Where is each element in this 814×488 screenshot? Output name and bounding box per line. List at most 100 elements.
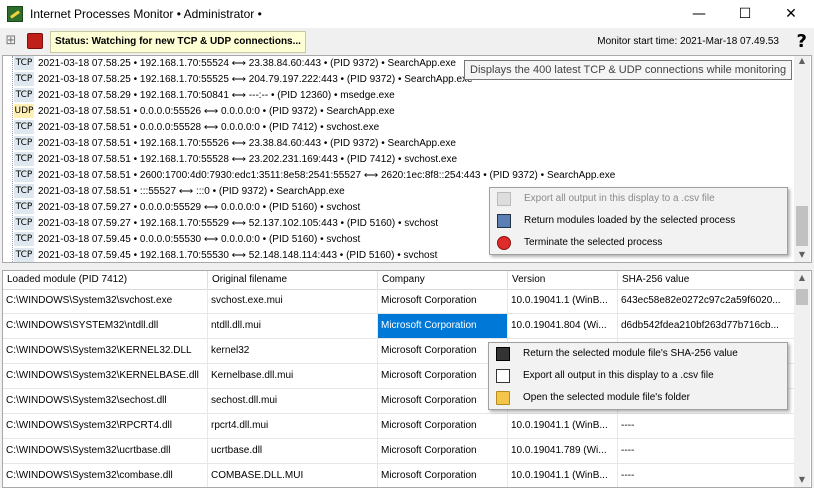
table-cell[interactable]: Kernelbase.dll.mui — [208, 364, 378, 388]
column-header[interactable]: Original filename — [208, 271, 378, 289]
table-cell[interactable]: d6db542fdea210bf263d77b716cb... — [618, 314, 796, 338]
menu-return-sha256[interactable]: Return the selected module file's SHA-25… — [489, 343, 787, 365]
maximize-button[interactable]: ☐ — [722, 0, 768, 28]
title-bar: Internet Processes Monitor • Administrat… — [0, 0, 814, 28]
table-row[interactable]: C:\WINDOWS\SYSTEM32\ntdll.dll ntdll.dll.m… — [3, 314, 796, 339]
connection-row[interactable]: UDP 2021-03-18 07.58.51 • 0.0.0.0:55526 ⟷… — [11, 104, 395, 120]
table-cell[interactable]: ---- — [618, 439, 796, 463]
menu-return-modules[interactable]: Return modules loaded by the selected pr… — [490, 210, 787, 232]
menu-label: Return the selected module file's SHA-25… — [523, 348, 738, 359]
tooltip: Displays the 400 latest TCP & UDP connec… — [464, 60, 793, 80]
connections-scrollbar[interactable]: ▲ ▼ — [794, 56, 810, 262]
connection-text: 2021-03-18 07.58.51 • 192.168.1.70:55526… — [38, 138, 456, 149]
modules-scrollbar[interactable]: ▲ ▼ — [794, 271, 810, 487]
protocol-badge: TCP — [14, 216, 34, 231]
connection-row[interactable]: TCP 2021-03-18 07.58.29 • 192.168.1.70:50… — [11, 88, 395, 104]
connection-text: 2021-03-18 07.58.51 • 0.0.0.0:55528 ⟷ 0.… — [38, 122, 380, 133]
table-cell[interactable]: 10.0.19041.1 (WinB... — [508, 464, 618, 487]
table-cell[interactable]: 643ec58e82e0272c97c2a59f6020... — [618, 289, 796, 313]
help-icon[interactable]: ? — [797, 31, 807, 52]
table-row[interactable]: C:\WINDOWS\System32\combase.dll COMBASE.D… — [3, 464, 796, 487]
column-header[interactable]: Loaded module (PID 7412) — [3, 271, 208, 289]
hash-icon — [496, 347, 510, 361]
protocol-badge: TCP — [14, 56, 34, 71]
table-cell[interactable]: 10.0.19041.789 (Wi... — [508, 439, 618, 463]
table-cell[interactable]: 10.0.19041.804 (Wi... — [508, 314, 618, 338]
connection-text: 2021-03-18 07.58.25 • 192.168.1.70:55524… — [38, 58, 456, 69]
connection-text: 2021-03-18 07.59.27 • 192.168.1.70:55529… — [38, 218, 439, 229]
connection-row[interactable]: TCP 2021-03-18 07.58.25 • 192.168.1.70:55… — [11, 56, 456, 72]
table-row[interactable]: C:\WINDOWS\System32\svchost.exe svchost.e… — [3, 289, 796, 314]
menu-open-folder[interactable]: Open the selected module file's folder — [489, 387, 787, 409]
connection-row[interactable]: TCP 2021-03-18 07.58.25 • 192.168.1.70:55… — [11, 72, 473, 88]
connection-row[interactable]: TCP 2021-03-18 07.58.51 • 2600:1700:4d0:7… — [11, 168, 615, 184]
table-cell[interactable]: COMBASE.DLL.MUI — [208, 464, 378, 487]
table-cell[interactable]: rpcrt4.dll.mui — [208, 414, 378, 438]
minimize-button[interactable]: — — [676, 0, 722, 28]
table-cell[interactable]: 10.0.19041.1 (WinB... — [508, 289, 618, 313]
table-cell[interactable]: kernel32 — [208, 339, 378, 363]
scroll-up-arrow-icon[interactable]: ▲ — [794, 273, 810, 282]
folder-icon — [496, 391, 510, 405]
scroll-down-arrow-icon[interactable]: ▼ — [794, 475, 810, 484]
close-button[interactable]: ✕ — [768, 0, 814, 28]
app-icon — [7, 6, 23, 22]
menu-label: Open the selected module file's folder — [523, 392, 691, 403]
table-cell[interactable]: C:\WINDOWS\System32\RPCRT4.dll — [3, 414, 208, 438]
connection-row[interactable]: TCP 2021-03-18 07.58.51 • 192.168.1.70:55… — [11, 136, 456, 152]
table-cell[interactable]: 10.0.19041.1 (WinB... — [508, 414, 618, 438]
table-cell[interactable]: Microsoft Corporation — [378, 289, 508, 313]
status-label: Status: Watching for new TCP & UDP conne… — [50, 31, 306, 53]
scroll-up-arrow-icon[interactable]: ▲ — [794, 56, 810, 65]
table-cell[interactable]: sechost.dll.mui — [208, 389, 378, 413]
scroll-thumb[interactable] — [796, 206, 808, 246]
table-cell[interactable]: C:\WINDOWS\System32\KERNELBASE.dll — [3, 364, 208, 388]
module-context-menu: Return the selected module file's SHA-25… — [488, 342, 788, 410]
table-cell[interactable]: C:\WINDOWS\System32\KERNEL32.DLL — [3, 339, 208, 363]
protocol-badge: TCP — [14, 184, 34, 199]
protocol-badge: TCP — [14, 232, 34, 247]
table-cell[interactable]: Microsoft Corporation — [378, 314, 508, 338]
column-header[interactable]: Version — [508, 271, 618, 289]
table-cell[interactable]: ntdll.dll.mui — [208, 314, 378, 338]
connection-text: 2021-03-18 07.59.45 • 192.168.1.70:55530… — [38, 250, 438, 261]
scroll-down-arrow-icon[interactable]: ▼ — [794, 250, 810, 259]
connection-row[interactable]: TCP 2021-03-18 07.58.51 • :::55527 ⟷ :::0… — [11, 184, 345, 200]
table-row[interactable]: C:\WINDOWS\System32\ucrtbase.dll ucrtbase… — [3, 439, 796, 464]
connection-row[interactable]: TCP 2021-03-18 07.59.27 • 192.168.1.70:55… — [11, 216, 438, 232]
table-cell[interactable]: C:\WINDOWS\System32\combase.dll — [3, 464, 208, 487]
scroll-thumb[interactable] — [796, 289, 808, 305]
connection-row[interactable]: TCP 2021-03-18 07.58.51 • 0.0.0.0:55528 ⟷… — [11, 120, 379, 136]
table-cell[interactable]: C:\WINDOWS\System32\svchost.exe — [3, 289, 208, 313]
network-icon[interactable]: ⊞ — [3, 33, 19, 49]
menu-terminate-process[interactable]: Terminate the selected process — [490, 232, 787, 254]
table-cell[interactable]: ---- — [618, 464, 796, 487]
modules-icon — [497, 214, 511, 228]
connection-text: 2021-03-18 07.58.51 • 2600:1700:4d0:7930… — [38, 170, 616, 181]
protocol-badge: TCP — [14, 152, 34, 167]
protocol-badge: UDP — [14, 104, 34, 119]
connection-row[interactable]: TCP 2021-03-18 07.59.27 • 0.0.0.0:55529 ⟷… — [11, 200, 360, 216]
column-header[interactable]: SHA-256 value — [618, 271, 796, 289]
monitor-start-time: Monitor start time: 2021-Mar-18 07.49.53 — [597, 36, 779, 47]
table-row[interactable]: C:\WINDOWS\System32\RPCRT4.dll rpcrt4.dll… — [3, 414, 796, 439]
menu-export-csv[interactable]: Export all output in this display to a .… — [490, 188, 787, 210]
table-cell[interactable]: Microsoft Corporation — [378, 414, 508, 438]
table-cell[interactable]: ucrtbase.dll — [208, 439, 378, 463]
menu-export-csv[interactable]: Export all output in this display to a .… — [489, 365, 787, 387]
connection-row[interactable]: TCP 2021-03-18 07.59.45 • 0.0.0.0:55530 ⟷… — [11, 232, 360, 248]
toolbar: ⊞ Status: Watching for new TCP & UDP con… — [0, 28, 814, 54]
table-cell[interactable]: C:\WINDOWS\System32\ucrtbase.dll — [3, 439, 208, 463]
table-cell[interactable]: Microsoft Corporation — [378, 439, 508, 463]
table-cell[interactable]: ---- — [618, 414, 796, 438]
protocol-badge: TCP — [14, 136, 34, 151]
table-cell[interactable]: svchost.exe.mui — [208, 289, 378, 313]
connection-row[interactable]: TCP 2021-03-18 07.58.51 • 192.168.1.70:55… — [11, 152, 457, 168]
menu-label: Export all output in this display to a .… — [523, 370, 714, 381]
table-cell[interactable]: C:\WINDOWS\SYSTEM32\ntdll.dll — [3, 314, 208, 338]
stop-monitoring-icon[interactable] — [27, 33, 43, 49]
connection-row[interactable]: TCP 2021-03-18 07.59.45 • 192.168.1.70:55… — [11, 248, 438, 262]
table-cell[interactable]: Microsoft Corporation — [378, 464, 508, 487]
column-header[interactable]: Company — [378, 271, 508, 289]
table-cell[interactable]: C:\WINDOWS\System32\sechost.dll — [3, 389, 208, 413]
